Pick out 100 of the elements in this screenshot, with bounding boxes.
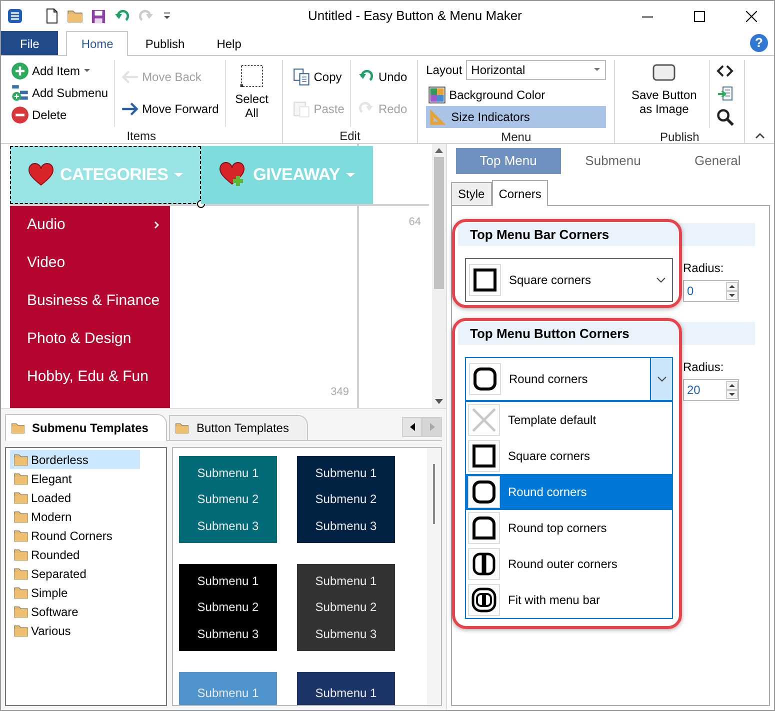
width-indicator: 64 <box>408 215 421 230</box>
caret-icon <box>174 172 184 178</box>
ribbon-command[interactable]: Delete <box>9 104 110 126</box>
arrow-right-icon <box>121 100 140 118</box>
file-menu-button[interactable]: File <box>1 31 58 55</box>
add-icon <box>11 62 29 80</box>
radius-field[interactable]: 0 <box>683 280 739 302</box>
triangle-right-icon <box>430 423 434 431</box>
panel-tab[interactable]: Submenu <box>560 148 666 174</box>
ribbon-command[interactable]: Add Submenu <box>9 82 110 104</box>
undo-icon[interactable] <box>114 9 130 23</box>
tree-item[interactable]: Software <box>10 602 140 621</box>
submenu-item[interactable]: Photo & Design <box>10 320 170 358</box>
dashed-square-icon <box>238 62 266 90</box>
heart-icon <box>28 163 54 187</box>
toolbar-button[interactable] <box>714 106 736 128</box>
customize-caret-icon[interactable] <box>162 11 172 21</box>
scroll-down-icon <box>435 399 443 404</box>
template-preview[interactable]: Submenu 1 Submenu 2 Submenu 3 <box>179 564 277 651</box>
code-brackets-icon <box>716 63 734 79</box>
sub-tab[interactable]: Style <box>451 182 492 205</box>
ribbon-command[interactable]: Size Indicators <box>426 106 606 128</box>
layout-select[interactable]: Horizontal <box>466 60 606 80</box>
caret-icon <box>346 172 355 178</box>
submenu-item[interactable]: Audio <box>10 206 170 244</box>
square-icon <box>470 442 498 470</box>
ribbon-tab[interactable]: Home <box>66 31 128 56</box>
palette-icon <box>428 86 446 104</box>
height-indicator: 349 <box>330 384 349 400</box>
ribbon-command[interactable]: Background Color <box>426 84 606 106</box>
dropdown-option[interactable]: Round corners <box>466 474 672 510</box>
ribbon-command[interactable]: Add Item <box>9 60 110 82</box>
close-icon <box>746 10 756 22</box>
nested-rounded-icon <box>470 586 498 614</box>
scroll-left-button[interactable] <box>402 417 422 437</box>
caret-icon <box>593 67 602 73</box>
folder-icon <box>174 421 190 435</box>
save-image-button[interactable]: Save Button as Image <box>623 60 706 117</box>
spinner-arrows-icon <box>726 381 738 399</box>
template-tab[interactable]: Submenu Templates <box>5 414 168 441</box>
tree-item[interactable]: Elegant <box>10 469 140 488</box>
ribbon-command[interactable]: Undo <box>355 66 410 88</box>
ribbon-tab[interactable]: Publish <box>130 31 200 55</box>
chevron-right-icon <box>154 221 160 229</box>
triangle-left-icon <box>410 423 414 431</box>
template-tab[interactable]: Button Templates <box>169 415 308 440</box>
arrow-left-icon <box>121 68 140 86</box>
submenu-item[interactable]: Business & Finance <box>10 282 170 320</box>
submenu-item[interactable]: Hobby, Edu & Fun <box>10 358 170 396</box>
ribbon-tab[interactable]: Help <box>202 31 256 55</box>
new-document-icon[interactable] <box>45 8 59 24</box>
layout-value: Horizontal <box>471 62 526 79</box>
folder-icon <box>12 509 30 524</box>
folder-icon <box>12 623 30 638</box>
select-all-button[interactable]: Select All <box>230 60 274 121</box>
export-icon <box>716 86 734 102</box>
folder-icon <box>12 604 30 619</box>
tree-item[interactable]: Modern <box>10 507 140 526</box>
template-preview[interactable]: Submenu 1 Submenu 2 Submenu 3 <box>179 456 277 543</box>
template-preview[interactable]: Submenu 1 Submenu 2 Submenu 3 <box>297 564 395 651</box>
heart-plus-icon <box>219 162 248 188</box>
copy-icon <box>292 68 311 86</box>
tree-item[interactable]: Simple <box>10 583 140 602</box>
folder-icon <box>12 452 30 467</box>
template-preview[interactable]: Submenu 1 Submenu 2 Submenu 3 <box>297 456 395 543</box>
tree-item[interactable]: Round Corners <box>10 526 140 545</box>
layout-label: Layout <box>426 62 462 79</box>
tree-item[interactable]: Rounded <box>10 545 140 564</box>
submenu-icon <box>11 84 29 102</box>
group-label: Items <box>126 128 158 143</box>
collapse-ribbon-icon[interactable] <box>754 131 766 139</box>
section-header: Top Menu Button Corners <box>458 322 755 345</box>
tree-item[interactable]: Various <box>10 621 140 640</box>
corner-style-select[interactable]: Round corners <box>465 357 673 401</box>
radius-field[interactable]: 20 <box>683 379 739 401</box>
template-preview[interactable]: Submenu 1 <box>297 672 395 705</box>
tree-item[interactable]: Borderless <box>10 450 140 469</box>
section-header: Top Menu Bar Corners <box>458 223 755 246</box>
ruler-triangle-icon <box>428 108 448 126</box>
ribbon-command[interactable]: Copy <box>290 66 346 88</box>
split-rounded-icon <box>470 550 498 578</box>
menu-icon[interactable] <box>7 8 23 24</box>
spinner-arrows-icon <box>726 282 738 300</box>
scrollbar[interactable] <box>432 144 446 408</box>
save-icon[interactable] <box>91 8 106 24</box>
scrollbar[interactable] <box>427 448 441 705</box>
folder-icon <box>12 528 30 543</box>
corner-style-select[interactable]: Square corners <box>465 258 673 302</box>
folder-icon <box>10 421 26 435</box>
ribbon-command[interactable]: Move Forward <box>119 98 221 120</box>
folder-icon <box>12 566 30 581</box>
square-icon <box>471 266 499 294</box>
panel-tab[interactable]: General <box>665 148 770 174</box>
tree-item[interactable]: Separated <box>10 564 140 583</box>
tree-item[interactable]: Loaded <box>10 488 140 507</box>
help-button[interactable]: ? <box>750 34 768 52</box>
submenu-item[interactable]: Video <box>10 244 170 282</box>
sub-tab[interactable]: Corners <box>492 180 548 206</box>
radius-label: Radius: <box>683 359 725 376</box>
folder-icon[interactable] <box>67 8 83 24</box>
